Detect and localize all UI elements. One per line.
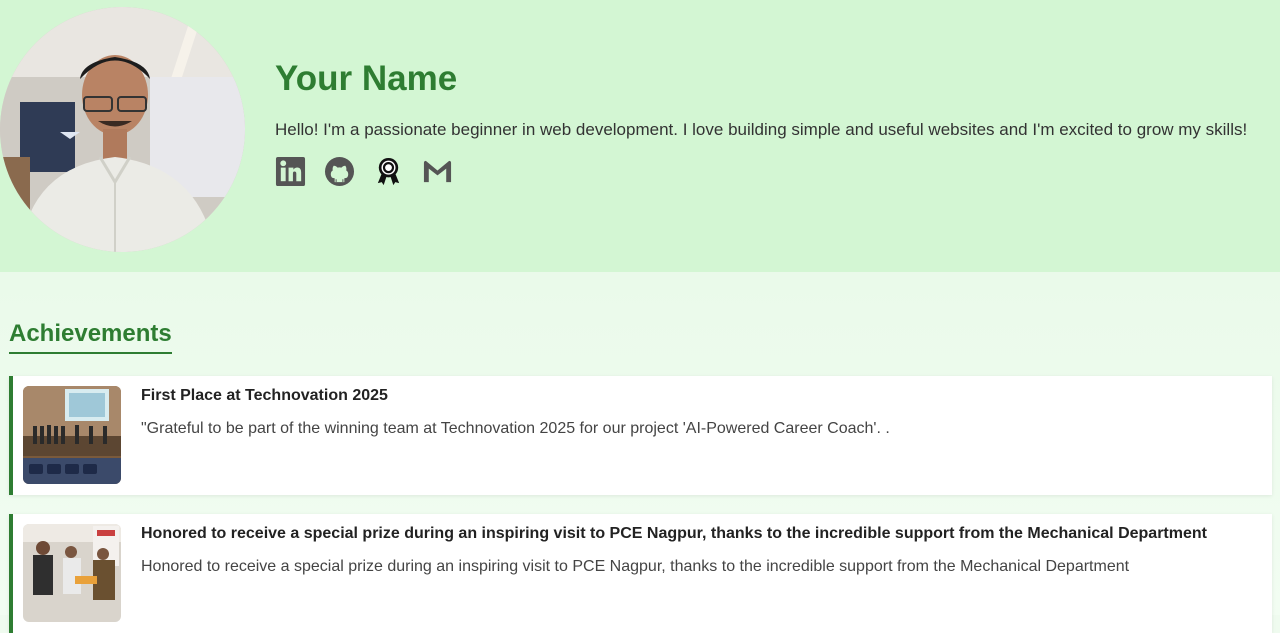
linkedin-link[interactable] [275,156,306,187]
achievement-thumbnail [23,386,121,484]
github-link[interactable] [324,156,355,187]
achievement-title: First Place at Technovation 2025 [141,387,388,404]
profile-name: Your Name [275,59,458,98]
achievement-card[interactable]: Honored to receive a special prize durin… [9,514,1272,633]
profile-intro: Your Name Hello! I'm a passionate beginn… [275,58,1255,187]
social-links [275,156,1255,187]
linkedin-icon [275,156,306,187]
profile-bio: Hello! I'm a passionate beginner in web … [275,120,1248,139]
achievement-photo-image [23,524,121,622]
achievement-description: "Grateful to be part of the winning team… [141,420,890,437]
certificate-badge-icon [377,157,400,186]
certificates-link[interactable] [373,156,404,187]
achievement-title: Honored to receive a special prize durin… [141,525,1207,542]
achievement-description: Honored to receive a special prize durin… [141,558,1130,575]
achievement-photo-image [23,386,121,484]
gmail-link[interactable] [422,156,453,187]
gmail-icon [423,160,452,183]
profile-photo [0,7,245,252]
achievements-heading: Achievements [9,320,172,354]
achievement-card[interactable]: First Place at Technovation 2025 "Gratef… [9,376,1272,495]
achievement-thumbnail [23,524,121,622]
profile-header: Your Name Hello! I'm a passionate beginn… [0,0,1280,272]
profile-photo-image [0,7,245,252]
achievements-section: Achievements First Place at Technovation… [0,272,1280,633]
github-icon [324,156,355,187]
